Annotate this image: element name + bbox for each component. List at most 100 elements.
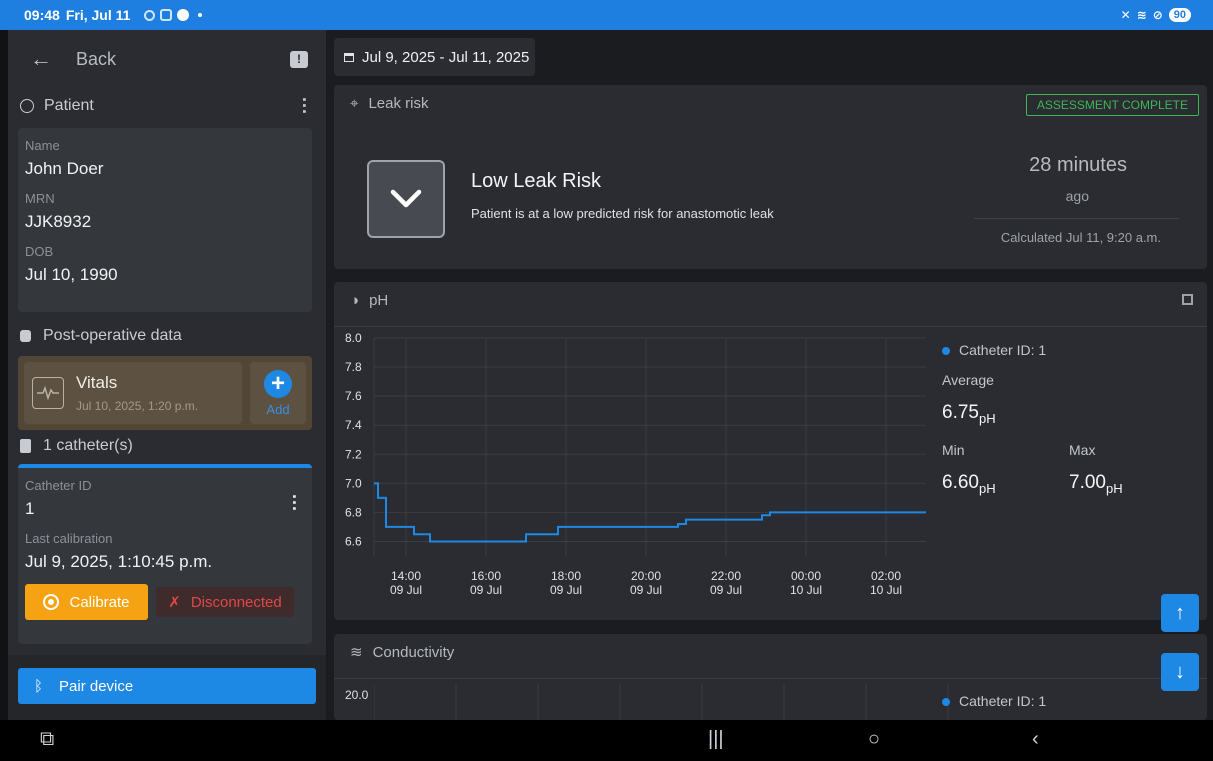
min-stat: 6.60pH bbox=[942, 472, 1069, 496]
calibrate-button[interactable]: Calibrate bbox=[25, 584, 148, 620]
date-range-button[interactable]: Jul 9, 2025 - Jul 11, 2025 bbox=[334, 38, 535, 76]
patient-more-icon[interactable]: ··· bbox=[294, 97, 314, 115]
fullscreen-icon[interactable] bbox=[1182, 294, 1193, 305]
feedback-icon[interactable]: ! bbox=[290, 50, 308, 68]
leak-risk-panel: ⌖ Leak risk ASSESSMENT COMPLETE Low Leak… bbox=[334, 85, 1207, 269]
pair-footer: ᛒ Pair device bbox=[8, 655, 326, 720]
y-tick-label: 6.8 bbox=[345, 505, 362, 519]
back-button[interactable]: ← Back ! bbox=[8, 30, 326, 88]
x-tick-time: 22:00 bbox=[711, 569, 741, 583]
post-op-section-header: Post-operative data bbox=[8, 318, 326, 354]
add-label: Add bbox=[266, 401, 290, 417]
patient-card: Name John Doer MRN JJK8932 DOB Jul 10, 1… bbox=[18, 128, 312, 312]
catheter-icon bbox=[20, 439, 31, 453]
arrow-left-icon: ← bbox=[30, 46, 52, 71]
leak-risk-title: Leak risk bbox=[368, 94, 429, 112]
ph-chart: 8.07.87.67.47.27.06.86.614:0009 Jul16:00… bbox=[345, 331, 926, 597]
person-icon bbox=[20, 99, 34, 113]
notification-icon bbox=[144, 9, 156, 21]
risk-level-box bbox=[367, 160, 445, 238]
risk-description: Patient is at a low predicted risk for a… bbox=[471, 206, 774, 221]
disconnected-label: Disconnected bbox=[190, 593, 282, 611]
min-label: Min bbox=[942, 441, 965, 458]
divider bbox=[334, 326, 1207, 327]
ph-header: ◑ pH bbox=[334, 282, 1207, 318]
dob-value: Jul 10, 1990 bbox=[25, 265, 118, 284]
calculated-time: Calculated Jul 11, 9:20 a.m. bbox=[1000, 230, 1161, 245]
y-tick-label: 7.8 bbox=[345, 360, 362, 374]
waves-icon: ≋ bbox=[350, 644, 363, 661]
vitals-title: Vitals bbox=[76, 373, 118, 392]
sidebar: ← Back ! Patient ··· Name John Doer MRN … bbox=[8, 30, 326, 720]
ph-stats: Catheter ID: 1 Average 6.75pH Min 6.60pH… bbox=[942, 342, 1202, 496]
divider bbox=[334, 678, 1207, 679]
vitals-date: Jul 10, 2025, 1:20 p.m. bbox=[76, 399, 199, 413]
mrn-label: MRN bbox=[25, 191, 55, 206]
date-range-label: Jul 9, 2025 - Jul 11, 2025 bbox=[362, 48, 530, 66]
name-value: John Doer bbox=[25, 159, 104, 178]
more-dot-icon bbox=[198, 13, 203, 17]
home-button-icon[interactable]: ○ bbox=[868, 728, 880, 751]
series-dot-icon bbox=[942, 698, 950, 706]
average-stat: 6.75pH bbox=[942, 402, 1202, 426]
scroll-up-button[interactable]: ↑ bbox=[1161, 594, 1199, 632]
series-dot-icon bbox=[942, 347, 950, 355]
y-tick-label: 7.6 bbox=[345, 389, 362, 403]
divider bbox=[974, 218, 1179, 219]
average-value: 6.75 bbox=[942, 402, 979, 423]
target-icon bbox=[43, 594, 60, 610]
pair-device-label: Pair device bbox=[59, 677, 134, 695]
status-time: 09:48 bbox=[24, 7, 60, 23]
y-tick-label: 7.4 bbox=[345, 418, 362, 432]
add-vitals-button[interactable]: + Add bbox=[250, 362, 306, 424]
calibrate-label: Calibrate bbox=[69, 593, 130, 611]
database-icon bbox=[20, 330, 31, 342]
calendar-icon bbox=[344, 52, 354, 62]
dob-label: DOB bbox=[25, 244, 54, 259]
assessment-status-badge: ASSESSMENT COMPLETE bbox=[1025, 94, 1199, 116]
y-tick-label: 6.6 bbox=[345, 534, 362, 548]
bluetooth-off-icon: ✗ bbox=[168, 594, 181, 611]
post-op-section-title: Post-operative data bbox=[43, 327, 182, 344]
name-label: Name bbox=[25, 138, 60, 153]
ph-panel: ◑ pH 8.0 7.8 7.6 7.4 7.2 7.0 6.8 6.6 14:00 09 Jul… bbox=[334, 282, 1207, 620]
back-label: Back bbox=[76, 48, 117, 69]
x-tick-time: 16:00 bbox=[471, 569, 501, 583]
x-tick-date: 10 Jul bbox=[870, 583, 902, 597]
disconnected-button[interactable]: ✗ Disconnected bbox=[156, 587, 294, 617]
catheter-more-icon[interactable]: ··· bbox=[284, 494, 304, 512]
vitals-item[interactable]: Vitals Jul 10, 2025, 1:20 p.m. bbox=[24, 362, 242, 424]
screenshot-icon bbox=[160, 9, 173, 21]
x-tick-date: 09 Jul bbox=[470, 583, 502, 597]
contrast-icon: ◑ bbox=[350, 291, 360, 309]
catheter-id-value: 1 bbox=[25, 499, 35, 518]
mrn-value: JJK8932 bbox=[25, 212, 92, 231]
conductivity-legend: Catheter ID: 1 bbox=[942, 693, 1046, 709]
x-tick-date: 09 Jul bbox=[550, 583, 582, 597]
x-tick-date: 10 Jul bbox=[790, 583, 822, 597]
patient-section-title: Patient bbox=[44, 97, 94, 114]
pair-device-button[interactable]: ᛒ Pair device bbox=[18, 668, 316, 704]
catheter-card: Catheter ID 1 ··· Last calibration Jul 9… bbox=[18, 464, 312, 644]
recent-apps-icon[interactable]: ⧉ bbox=[40, 728, 54, 751]
y-tick-label: 7.0 bbox=[345, 476, 362, 490]
vitals-card: Vitals Jul 10, 2025, 1:20 p.m. + Add bbox=[18, 356, 312, 430]
recents-button-icon[interactable]: ||| bbox=[708, 728, 724, 751]
conductivity-grid bbox=[374, 684, 949, 724]
y-tick-label: 8.0 bbox=[345, 331, 362, 345]
check-icon bbox=[177, 9, 190, 21]
last-calibration-label: Last calibration bbox=[25, 531, 113, 546]
system-nav-bar: ⧉ ||| ○ ‹ bbox=[0, 720, 1213, 761]
catheters-section-title: 1 catheter(s) bbox=[43, 437, 133, 454]
ph-title: pH bbox=[369, 291, 389, 309]
ph-legend-label: Catheter ID: 1 bbox=[959, 342, 1047, 358]
heartbeat-icon bbox=[32, 377, 64, 409]
y-tick-label: 7.2 bbox=[345, 447, 362, 461]
scroll-down-button[interactable]: ↓ bbox=[1161, 653, 1199, 691]
conductivity-title: Conductivity bbox=[372, 643, 455, 661]
back-nav-icon[interactable]: ‹ bbox=[1032, 728, 1039, 751]
x-tick-date: 09 Jul bbox=[390, 583, 422, 597]
last-calibration-value: Jul 9, 2025, 1:10:45 p.m. bbox=[25, 552, 213, 571]
conductivity-legend-label: Catheter ID: 1 bbox=[959, 693, 1047, 709]
arrow-down-icon: ↓ bbox=[1175, 660, 1185, 683]
